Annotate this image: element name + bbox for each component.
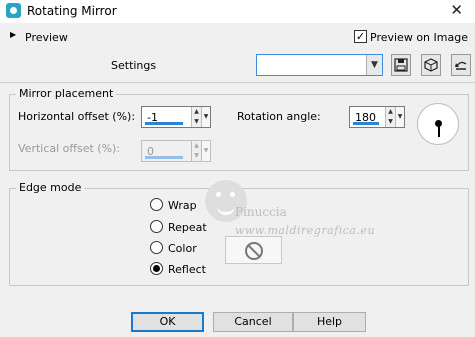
horizontal-offset-stepper[interactable]: ▲ ▼ — [191, 107, 201, 127]
edge-mode-title: Edge mode — [16, 181, 85, 194]
ok-button[interactable]: OK — [131, 312, 204, 332]
horizontal-offset-slider[interactable] — [145, 122, 183, 125]
dial-needle — [438, 124, 440, 137]
save-preset-icon — [394, 58, 408, 72]
vertical-offset-label: Vertical offset (%): — [18, 142, 121, 155]
close-icon[interactable]: ✕ — [450, 1, 463, 19]
edge-mode-reflect-radio[interactable] — [150, 262, 163, 275]
window-title: Rotating Mirror — [27, 4, 117, 18]
rotation-angle-spinner[interactable]: 180 ▲ ▼ ▼ — [349, 106, 405, 128]
rotation-angle-dial[interactable] — [417, 103, 459, 145]
rotation-angle-label: Rotation angle: — [237, 110, 321, 123]
help-button[interactable]: Help — [293, 312, 366, 332]
preview-toggle-label[interactable]: Preview — [25, 31, 68, 44]
reset-cube-button[interactable] — [421, 54, 441, 76]
vertical-offset-dropdown[interactable]: ▼ — [201, 141, 210, 161]
edge-mode-wrap-radio[interactable] — [150, 198, 163, 211]
title-bar: Rotating Mirror ✕ — [0, 0, 475, 23]
horizontal-offset-dropdown[interactable]: ▼ — [201, 107, 210, 127]
preview-on-image-label[interactable]: Preview on Image — [370, 31, 468, 44]
app-icon — [6, 3, 21, 18]
horizontal-offset-spinner[interactable]: -1 ▲ ▼ ▼ — [141, 106, 211, 128]
edge-mode-repeat-label[interactable]: Repeat — [168, 221, 207, 234]
edge-mode-color-radio[interactable] — [150, 241, 163, 254]
rotation-angle-slider[interactable] — [353, 122, 379, 125]
edge-mode-reflect-label[interactable]: Reflect — [168, 263, 206, 276]
separator — [0, 82, 475, 83]
rotation-angle-dropdown[interactable]: ▼ — [395, 107, 404, 127]
checkmark-icon: ✓ — [355, 30, 366, 43]
edge-mode-wrap-label[interactable]: Wrap — [168, 199, 197, 212]
rotation-angle-stepper[interactable]: ▲ ▼ — [385, 107, 395, 127]
save-preset-button[interactable] — [391, 54, 411, 76]
cancel-button[interactable]: Cancel — [213, 312, 293, 332]
edge-mode-color-label[interactable]: Color — [168, 242, 197, 255]
preview-toggle-icon[interactable]: ▶ — [10, 30, 16, 39]
vertical-offset-spinner[interactable]: 0 ▲ ▼ ▼ — [141, 140, 211, 162]
settings-label: Settings — [111, 59, 157, 72]
vertical-offset-slider[interactable] — [145, 156, 183, 159]
horizontal-offset-label: Horizontal offset (%): — [18, 110, 136, 123]
no-color-icon — [245, 242, 263, 260]
restore-defaults-button[interactable] — [451, 54, 471, 76]
chevron-down-icon[interactable]: ▼ — [366, 55, 382, 75]
edge-color-swatch[interactable] — [225, 236, 282, 264]
settings-dropdown[interactable]: ▼ — [256, 54, 383, 76]
vertical-offset-stepper[interactable]: ▲ ▼ — [191, 141, 201, 161]
restore-defaults-icon — [455, 61, 467, 70]
mirror-placement-title: Mirror placement — [16, 87, 117, 100]
preview-on-image-checkbox[interactable]: ✓ — [354, 30, 367, 43]
watermark-name: Pinuccia — [235, 205, 287, 219]
reset-cube-icon — [424, 58, 438, 72]
edge-mode-repeat-radio[interactable] — [150, 220, 163, 233]
